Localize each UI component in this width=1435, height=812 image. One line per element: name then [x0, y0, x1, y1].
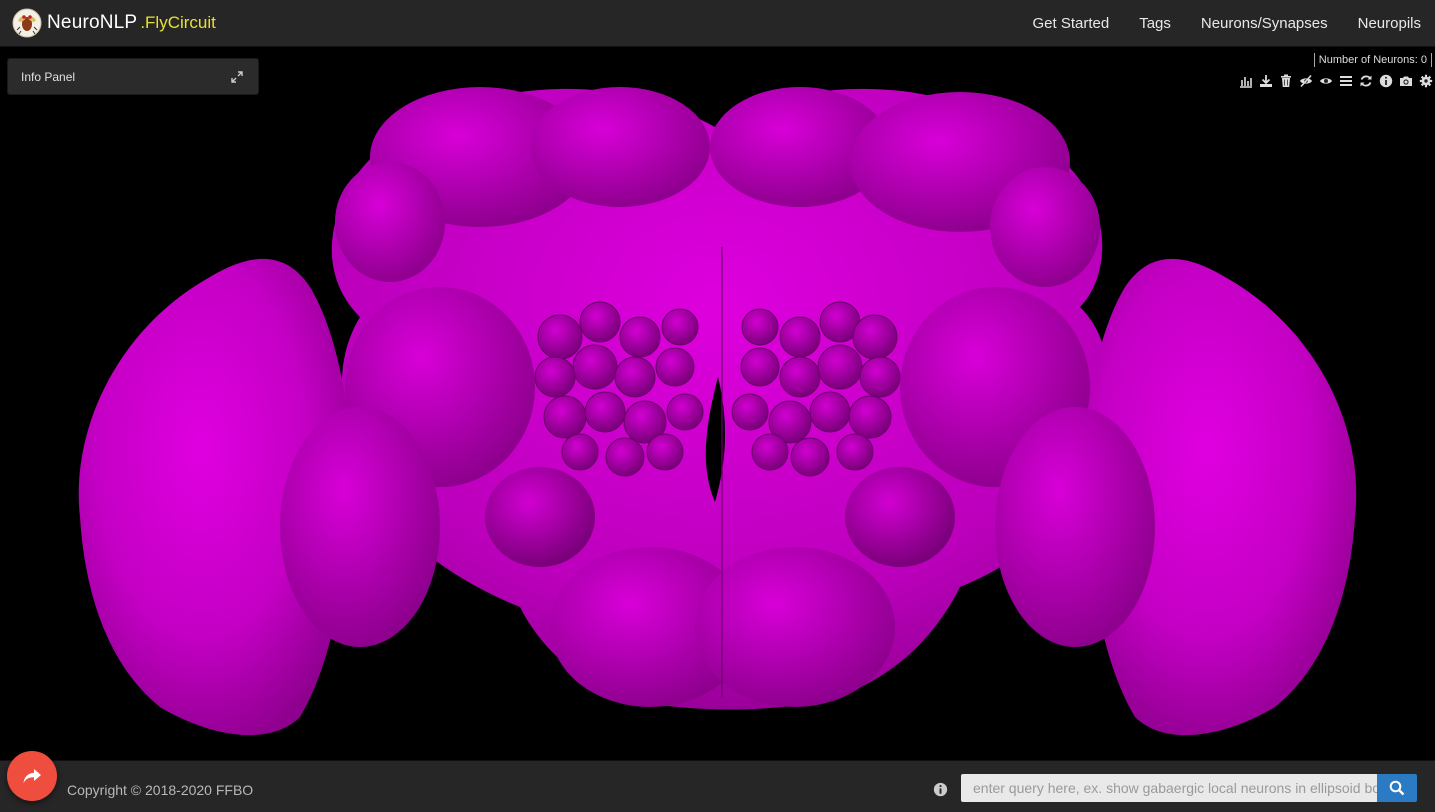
info-panel[interactable]: Info Panel: [7, 58, 259, 95]
bar-chart-icon[interactable]: [1238, 73, 1253, 89]
brand-name: NeuroNLP: [47, 12, 138, 33]
viewer-toolbar: [1233, 73, 1433, 89]
brain-mesh-render[interactable]: [0, 47, 1435, 760]
info-circle-icon[interactable]: [1378, 73, 1393, 89]
info-panel-title: Info Panel: [21, 70, 76, 84]
neuron-3d-viewer[interactable]: [0, 47, 1435, 760]
nav-neurons-synapses[interactable]: Neurons/Synapses: [1201, 15, 1328, 32]
share-button[interactable]: [7, 751, 57, 801]
share-arrow-icon: [23, 769, 41, 783]
brand[interactable]: NeuroNLP .FlyCircuit: [12, 8, 216, 38]
top-navbar: NeuroNLP .FlyCircuit Get Started Tags Ne…: [0, 0, 1435, 47]
nav-get-started[interactable]: Get Started: [1032, 15, 1109, 32]
copyright-text: Copyright © 2018-2020 FFBO: [67, 782, 254, 798]
download-icon[interactable]: [1258, 73, 1273, 89]
footer: Copyright © 2018-2020 FFBO: [0, 760, 1435, 812]
eye-icon[interactable]: [1318, 73, 1333, 89]
nav-links: Get Started Tags Neurons/Synapses Neurop…: [1002, 0, 1421, 46]
query-input[interactable]: [961, 774, 1377, 802]
expand-icon[interactable]: [230, 70, 244, 84]
neuron-count: Number of Neurons: 0: [1313, 53, 1432, 67]
ffbo-logo-icon: [12, 8, 42, 38]
nav-neuropils[interactable]: Neuropils: [1358, 15, 1421, 32]
brand-subtitle: .FlyCircuit: [140, 13, 216, 32]
list-icon[interactable]: [1338, 73, 1353, 89]
search-button[interactable]: [1377, 774, 1417, 802]
search-icon: [1389, 780, 1405, 796]
nav-tags[interactable]: Tags: [1139, 15, 1171, 32]
trash-icon[interactable]: [1278, 73, 1293, 89]
info-circle-icon[interactable]: [933, 782, 948, 797]
camera-icon[interactable]: [1398, 73, 1413, 89]
eye-slash-icon[interactable]: [1298, 73, 1313, 89]
refresh-icon[interactable]: [1358, 73, 1373, 89]
gear-icon[interactable]: [1418, 73, 1433, 89]
